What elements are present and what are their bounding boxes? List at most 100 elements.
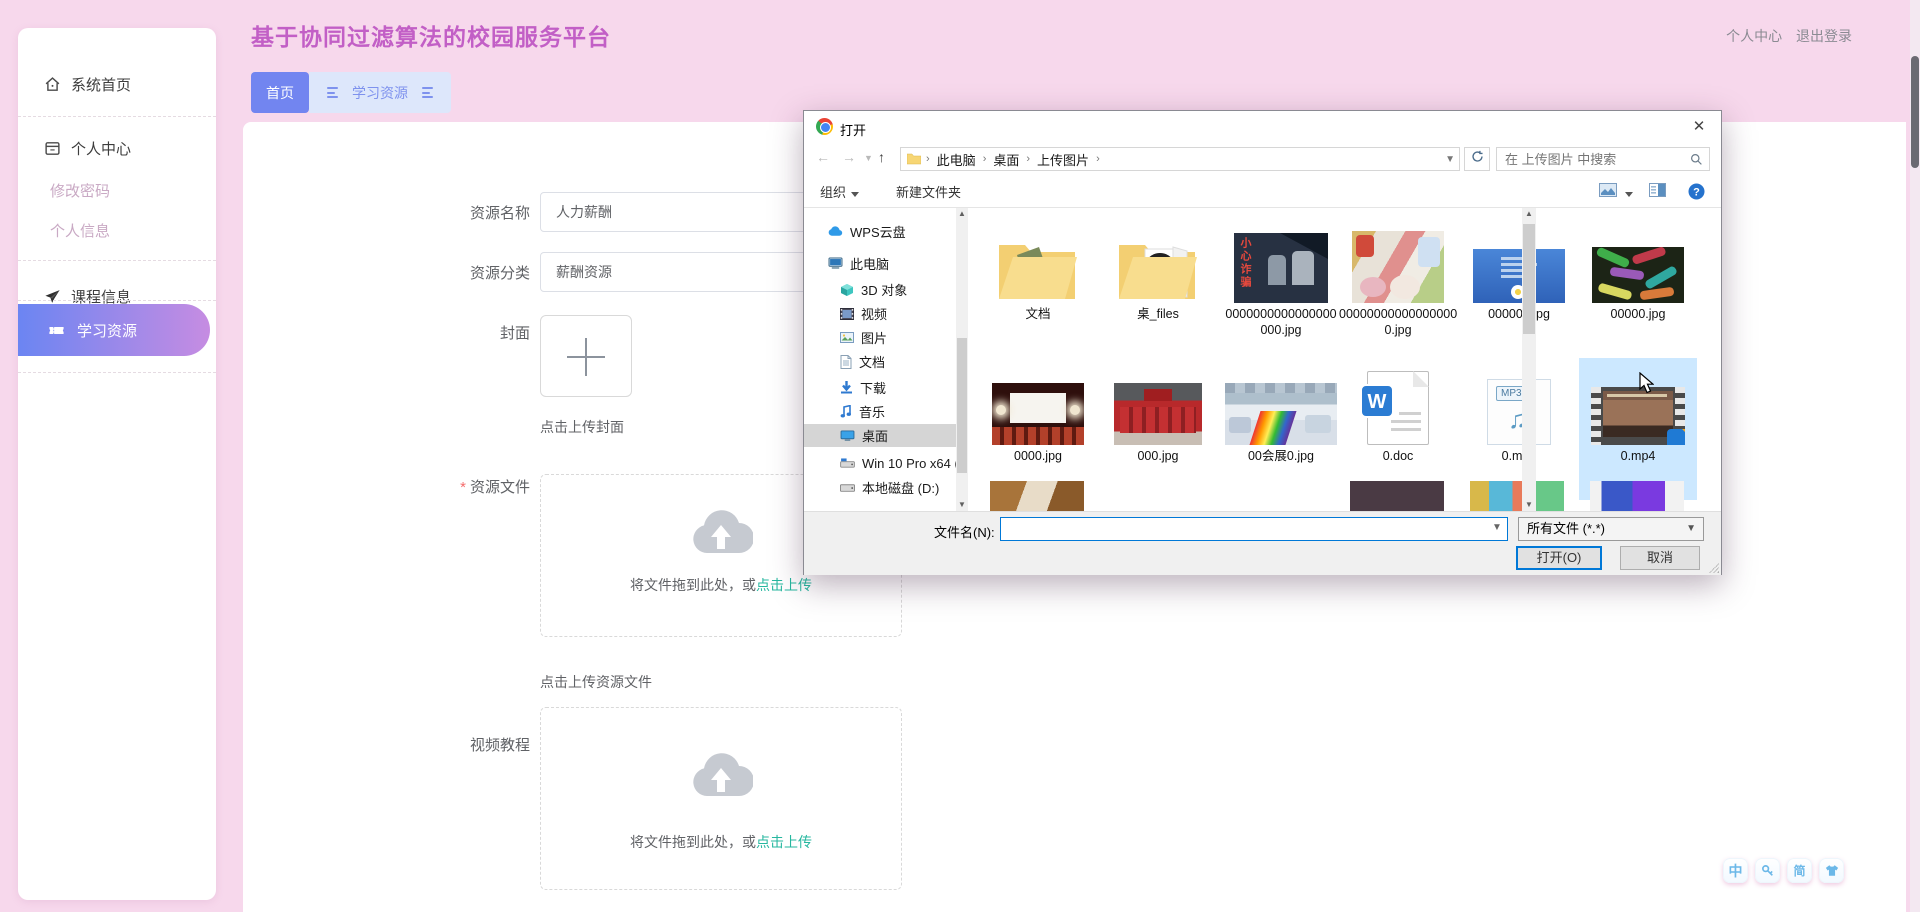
up-button[interactable]: ↑ bbox=[878, 149, 885, 165]
folder-icon bbox=[1115, 235, 1201, 303]
tab-home[interactable]: 首页 bbox=[251, 72, 309, 113]
address-dropdown-icon[interactable]: ▼ bbox=[1445, 154, 1455, 165]
chrome-icon bbox=[816, 118, 833, 135]
scroll-up-icon[interactable]: ▲ bbox=[956, 208, 968, 220]
download-arrow-icon bbox=[840, 381, 853, 394]
dialog-titlebar[interactable]: 打开 ✕ bbox=[804, 111, 1721, 143]
media-player-badge-icon bbox=[1667, 429, 1685, 445]
address-bar[interactable]: › 此电脑 › 桌面 › 上传图片 › ▼ bbox=[900, 147, 1460, 171]
new-folder-button[interactable]: 新建文件夹 bbox=[896, 182, 961, 201]
tree-item-this-pc[interactable]: 此电脑 bbox=[804, 252, 956, 275]
theme-button[interactable] bbox=[1819, 858, 1844, 883]
file-item-jpg[interactable]: 小心诈骗 0000000000000000000.jpg bbox=[1222, 216, 1340, 338]
file-item-folder-docs[interactable]: 文档 bbox=[979, 216, 1097, 322]
history-chevron-icon[interactable]: ▼ bbox=[864, 153, 873, 163]
shirt-icon bbox=[1825, 864, 1839, 877]
tree-item-music[interactable]: 音乐 bbox=[804, 400, 956, 423]
mp3-file-icon: MP3 ♫ bbox=[1487, 379, 1551, 445]
file-item-jpg[interactable]: 00000.jpg bbox=[1579, 216, 1697, 322]
tree-item-pictures[interactable]: 图片 bbox=[804, 326, 956, 349]
filename-dropdown-icon[interactable]: ▼ bbox=[1492, 522, 1502, 533]
scrollbar-thumb[interactable] bbox=[1523, 224, 1535, 334]
cloud-icon bbox=[828, 226, 843, 237]
tree-item-videos[interactable]: 视频 bbox=[804, 302, 956, 325]
cover-upload-box[interactable] bbox=[540, 315, 632, 397]
logout-link[interactable]: 退出登录 bbox=[1796, 28, 1852, 44]
file-item-jpg[interactable]: 000000000000000000.jpg bbox=[1339, 216, 1457, 338]
file-item-jpg[interactable]: 00会展0.jpg bbox=[1222, 358, 1340, 464]
search-box bbox=[1496, 147, 1710, 171]
click-upload-link[interactable]: 点击上传 bbox=[756, 834, 812, 850]
file-list-scrollbar[interactable]: ▲ ▼ bbox=[1522, 208, 1536, 511]
video-label: 视频教程 bbox=[243, 734, 530, 755]
resize-grip[interactable] bbox=[1709, 563, 1719, 573]
file-item-jpg[interactable]: 0000.jpg bbox=[979, 358, 1097, 464]
file-item-mp3[interactable]: MP3 ♫ 0.mp3 bbox=[1460, 358, 1578, 464]
divider bbox=[18, 260, 216, 261]
scroll-down-icon[interactable]: ▼ bbox=[1522, 499, 1536, 511]
sidebar-item-change-password[interactable]: 修改密码 bbox=[18, 170, 216, 210]
filename-input[interactable] bbox=[1000, 517, 1508, 541]
tree-item-3d-objects[interactable]: 3D 对象 bbox=[804, 278, 956, 301]
scroll-down-icon[interactable]: ▼ bbox=[956, 499, 968, 511]
back-button[interactable]: ← bbox=[816, 149, 830, 165]
tree-item-downloads[interactable]: 下载 bbox=[804, 376, 956, 399]
file-item-partial[interactable] bbox=[1470, 481, 1564, 511]
breadcrumb-this-pc[interactable]: 此电脑 bbox=[935, 150, 978, 169]
tab-learning-resources[interactable]: 学习资源 bbox=[309, 72, 451, 113]
folder-icon bbox=[907, 153, 921, 165]
close-icon[interactable]: ✕ bbox=[1687, 117, 1711, 137]
sidebar-item-label: 个人中心 bbox=[71, 138, 131, 159]
file-item-partial[interactable] bbox=[1350, 481, 1444, 511]
sidebar-item-personal-center[interactable]: 个人中心 bbox=[18, 128, 216, 168]
sidebar-item-learning-resources[interactable]: 学习资源 bbox=[18, 304, 210, 356]
simplified-chinese-button[interactable]: 简 bbox=[1787, 858, 1812, 883]
preview-pane-button[interactable] bbox=[1649, 183, 1666, 200]
file-item-doc[interactable]: W 0.doc bbox=[1339, 358, 1457, 464]
dropdown-arrow-icon bbox=[1625, 192, 1633, 197]
file-item-folder-zhuo-files[interactable]: 桌_files bbox=[1099, 216, 1217, 322]
tree-item-local-disk-d[interactable]: 本地磁盘 (D:) bbox=[804, 476, 956, 499]
filetype-select[interactable]: 所有文件 (*.*) ▼ bbox=[1518, 517, 1704, 541]
file-item-partial[interactable] bbox=[990, 481, 1084, 511]
file-item-mp4-selected[interactable]: 0.mp4 bbox=[1579, 358, 1697, 500]
tree-item-wps-cloud[interactable]: WPS云盘 bbox=[804, 220, 956, 243]
folder-icon bbox=[995, 235, 1081, 303]
open-button[interactable]: 打开(O) bbox=[1516, 546, 1602, 570]
tree-item-documents[interactable]: 文档 bbox=[804, 350, 956, 373]
tab-bar: 首页 学习资源 bbox=[251, 72, 451, 113]
resource-category-label: 资源分类 bbox=[243, 262, 530, 283]
language-button[interactable]: 中 bbox=[1723, 858, 1748, 883]
thumbnail-view-button[interactable] bbox=[1599, 183, 1633, 200]
organize-button[interactable]: 组织 bbox=[820, 182, 859, 201]
file-item-jpg[interactable]: 000000.jpg bbox=[1460, 216, 1578, 322]
refresh-button[interactable] bbox=[1464, 147, 1490, 171]
file-item-jpg[interactable]: 000.jpg bbox=[1099, 358, 1217, 464]
sidebar-item-label: 学习资源 bbox=[77, 320, 137, 341]
cancel-button[interactable]: 取消 bbox=[1620, 546, 1700, 570]
tree-item-desktop[interactable]: 桌面 bbox=[804, 424, 956, 447]
image-thumbnail bbox=[1225, 383, 1337, 445]
scroll-up-icon[interactable]: ▲ bbox=[1522, 208, 1536, 220]
sidebar-item-personal-info[interactable]: 个人信息 bbox=[18, 210, 216, 250]
breadcrumb-desktop[interactable]: 桌面 bbox=[991, 150, 1021, 169]
help-button[interactable]: ? bbox=[1688, 183, 1705, 203]
filename-label: 文件名(N): bbox=[934, 522, 995, 541]
search-input[interactable] bbox=[1497, 148, 1683, 170]
profile-link[interactable]: 个人中心 bbox=[1726, 28, 1782, 44]
forward-button[interactable]: → bbox=[842, 149, 856, 165]
sidebar-item-home[interactable]: 系统首页 bbox=[18, 64, 216, 104]
image-thumbnail bbox=[992, 383, 1084, 445]
picture-icon bbox=[840, 332, 854, 343]
page-scrollbar[interactable] bbox=[1910, 0, 1920, 912]
tree-item-win10-drive[interactable]: Win 10 Pro x64 ( bbox=[804, 452, 956, 475]
file-item-partial[interactable] bbox=[1590, 481, 1684, 511]
tree-scrollbar[interactable]: ▲ ▼ bbox=[956, 208, 968, 511]
video-dropzone[interactable]: 将文件拖到此处，或点击上传 bbox=[540, 707, 902, 890]
header-links: 个人中心 退出登录 bbox=[1716, 26, 1852, 46]
breadcrumb-upload-images[interactable]: 上传图片 bbox=[1035, 150, 1091, 169]
click-upload-link[interactable]: 点击上传 bbox=[756, 577, 812, 593]
scrollbar-thumb[interactable] bbox=[957, 338, 967, 473]
key-button[interactable] bbox=[1755, 858, 1780, 883]
scrollbar-thumb[interactable] bbox=[1911, 56, 1919, 168]
